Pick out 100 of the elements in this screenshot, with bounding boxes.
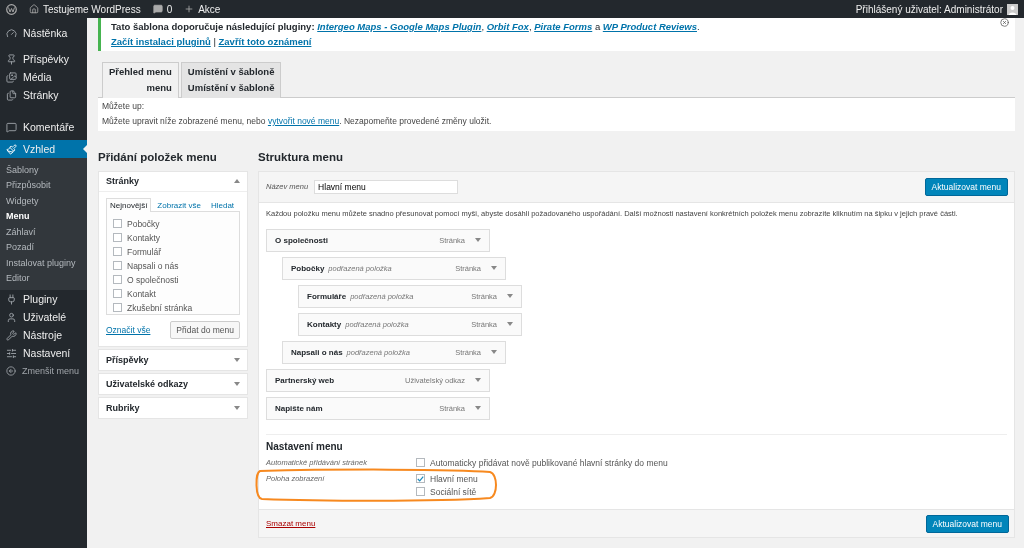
sidebar-item[interactable]: Stránky (0, 86, 87, 104)
plugin-link[interactable]: Orbit Fox (486, 21, 529, 32)
checkbox-label: Kontakt (127, 288, 156, 299)
caret-icon[interactable] (475, 238, 481, 243)
account-link[interactable]: Přihlášený uživatel: Administrátor (855, 3, 1003, 15)
checkbox[interactable] (416, 458, 425, 468)
install-link[interactable]: Začít instalaci pluginů (111, 36, 211, 47)
sidebar-item[interactable]: Nastavení (0, 344, 87, 362)
checkbox-label: O společnosti (127, 274, 179, 285)
brush-icon (6, 143, 17, 155)
submenu-item[interactable]: Přizpůsobit (0, 177, 87, 193)
menu-item-title: Kontakty (307, 319, 342, 329)
submenu-item[interactable]: Instalovat pluginy (0, 255, 87, 271)
checkbox[interactable] (113, 247, 122, 257)
images-icon (6, 71, 17, 83)
sidebar-item[interactable]: Komentáře (0, 118, 87, 136)
checkbox[interactable] (113, 289, 122, 299)
home-icon[interactable] (29, 4, 39, 14)
sidebar-item[interactable]: Média (0, 68, 87, 86)
caret-icon[interactable] (507, 322, 513, 327)
wrench-icon (6, 329, 17, 341)
arrow-circle-icon (6, 366, 16, 376)
pin-icon (6, 53, 17, 65)
pages-icon (6, 89, 17, 101)
accordion-title[interactable]: Uživatelské odkazy (106, 378, 189, 389)
comment-count[interactable]: 0 (166, 3, 173, 15)
menu-item-title: Formuláře (307, 291, 347, 301)
caret-icon[interactable] (234, 179, 240, 184)
checkbox[interactable] (113, 219, 122, 229)
plugin-link[interactable]: WP Product Reviews (602, 21, 697, 32)
plug-icon (6, 293, 17, 305)
caret-icon[interactable] (507, 294, 513, 299)
tab[interactable]: Nejnovější (106, 197, 152, 212)
checkbox-label: Formulář (127, 246, 161, 257)
user-icon (6, 311, 17, 323)
logo-icon[interactable] (6, 3, 17, 15)
checkbox[interactable] (113, 261, 122, 271)
collapse-menu-button[interactable]: Zmenšit menu (0, 362, 87, 380)
checkbox-label: Sociální sítě (430, 486, 477, 497)
caret-icon[interactable] (475, 378, 481, 383)
checkbox[interactable] (416, 487, 425, 497)
submenu-item[interactable]: Menu (0, 208, 87, 224)
checkbox-label: Zkušební stránka (127, 302, 193, 313)
plus-icon[interactable] (184, 4, 195, 14)
checkbox-label: Pobočky (127, 218, 160, 229)
info-text: Můžete up: (102, 100, 145, 111)
tab[interactable]: Zobrazit vše (153, 197, 205, 212)
accordion-title[interactable]: Příspěvky (106, 354, 149, 365)
tab[interactable]: Umístění v šabloně Umístění v šabloně (180, 62, 282, 98)
sidebar-item[interactable]: Příspěvky (0, 50, 87, 68)
submenu-item[interactable]: Editor (0, 270, 87, 286)
close-icon[interactable] (1000, 18, 1009, 27)
checkbox-label: Kontakty (127, 232, 161, 243)
save-menu-button[interactable]: Aktualizovat menu (925, 514, 1009, 533)
site-name-link[interactable]: Testujeme WordPress (43, 3, 141, 15)
tab[interactable]: Přehled menu menu (102, 62, 179, 98)
submenu-item[interactable]: Šablony (0, 162, 87, 178)
sidebar-item[interactable]: Vzhled (0, 140, 87, 158)
select-all-link[interactable]: Označit vše (106, 324, 151, 335)
checkbox[interactable] (113, 303, 122, 313)
caret-icon[interactable] (234, 381, 240, 386)
submenu-item[interactable]: Widgety (0, 193, 87, 209)
menu-name-field[interactable]: Hlavní menu (314, 179, 459, 194)
sidebar-item[interactable]: Nástroje (0, 326, 87, 344)
settings-title: Nastavení menu (266, 440, 344, 452)
caret-icon[interactable] (491, 350, 497, 355)
new-link[interactable]: Akce (198, 3, 221, 15)
sliders-icon (6, 347, 17, 359)
avatar-icon[interactable] (1007, 3, 1018, 15)
submenu-item[interactable]: Záhlaví (0, 224, 87, 240)
checkbox-label: Hlavní menu (430, 473, 478, 484)
section-title: Struktura menu (258, 150, 344, 163)
tab[interactable]: Hledat (206, 197, 239, 212)
info-text: Můžete upravit níže zobrazené menu, nebo vytvořit nové menu. Nezapomeňte provedené změny uložit. (102, 115, 493, 126)
caret-icon[interactable] (234, 405, 240, 410)
caret-icon[interactable] (491, 266, 497, 271)
save-menu-button[interactable]: Aktualizovat menu (924, 177, 1008, 196)
dismiss-link[interactable]: Zavřít toto oznámení (218, 36, 312, 47)
menu-item-title: Pobočky (291, 263, 325, 273)
caret-icon[interactable] (234, 357, 240, 362)
accordion-title[interactable]: Rubriky (106, 402, 140, 413)
section-title: Přidání položek menu (98, 150, 218, 163)
add-to-menu-button[interactable]: Přidat do menu (170, 320, 240, 339)
checkbox-label: Napsali o nás (127, 260, 179, 271)
comment-icon[interactable] (152, 4, 163, 14)
checkbox[interactable] (113, 275, 122, 285)
plugin-link[interactable]: Pirate Forms (534, 21, 593, 32)
checkbox[interactable] (113, 233, 122, 243)
checkbox-label: Automaticky přidávat nově publikované hlavní stránky do menu (430, 457, 668, 468)
caret-icon[interactable] (475, 406, 481, 411)
accordion-title[interactable]: Stránky (106, 176, 140, 187)
sidebar-item[interactable]: Pluginy (0, 290, 87, 308)
menu-item-title: Partnerský web (275, 375, 335, 385)
delete-menu-link[interactable]: Smazat menu (266, 519, 316, 528)
dashboard-icon (6, 27, 17, 39)
checkbox[interactable] (416, 474, 425, 484)
sidebar-item[interactable]: Nástěnka (0, 24, 87, 42)
sidebar-item[interactable]: Uživatelé (0, 308, 87, 326)
notice-text: Tato šablona doporučuje následující pluginy: Intergeo Maps - Google Maps Plugin, Orbit Fox, Pirate Forms a WP Product Reviews. (111, 21, 701, 32)
submenu-item[interactable]: Pozadí (0, 239, 87, 255)
